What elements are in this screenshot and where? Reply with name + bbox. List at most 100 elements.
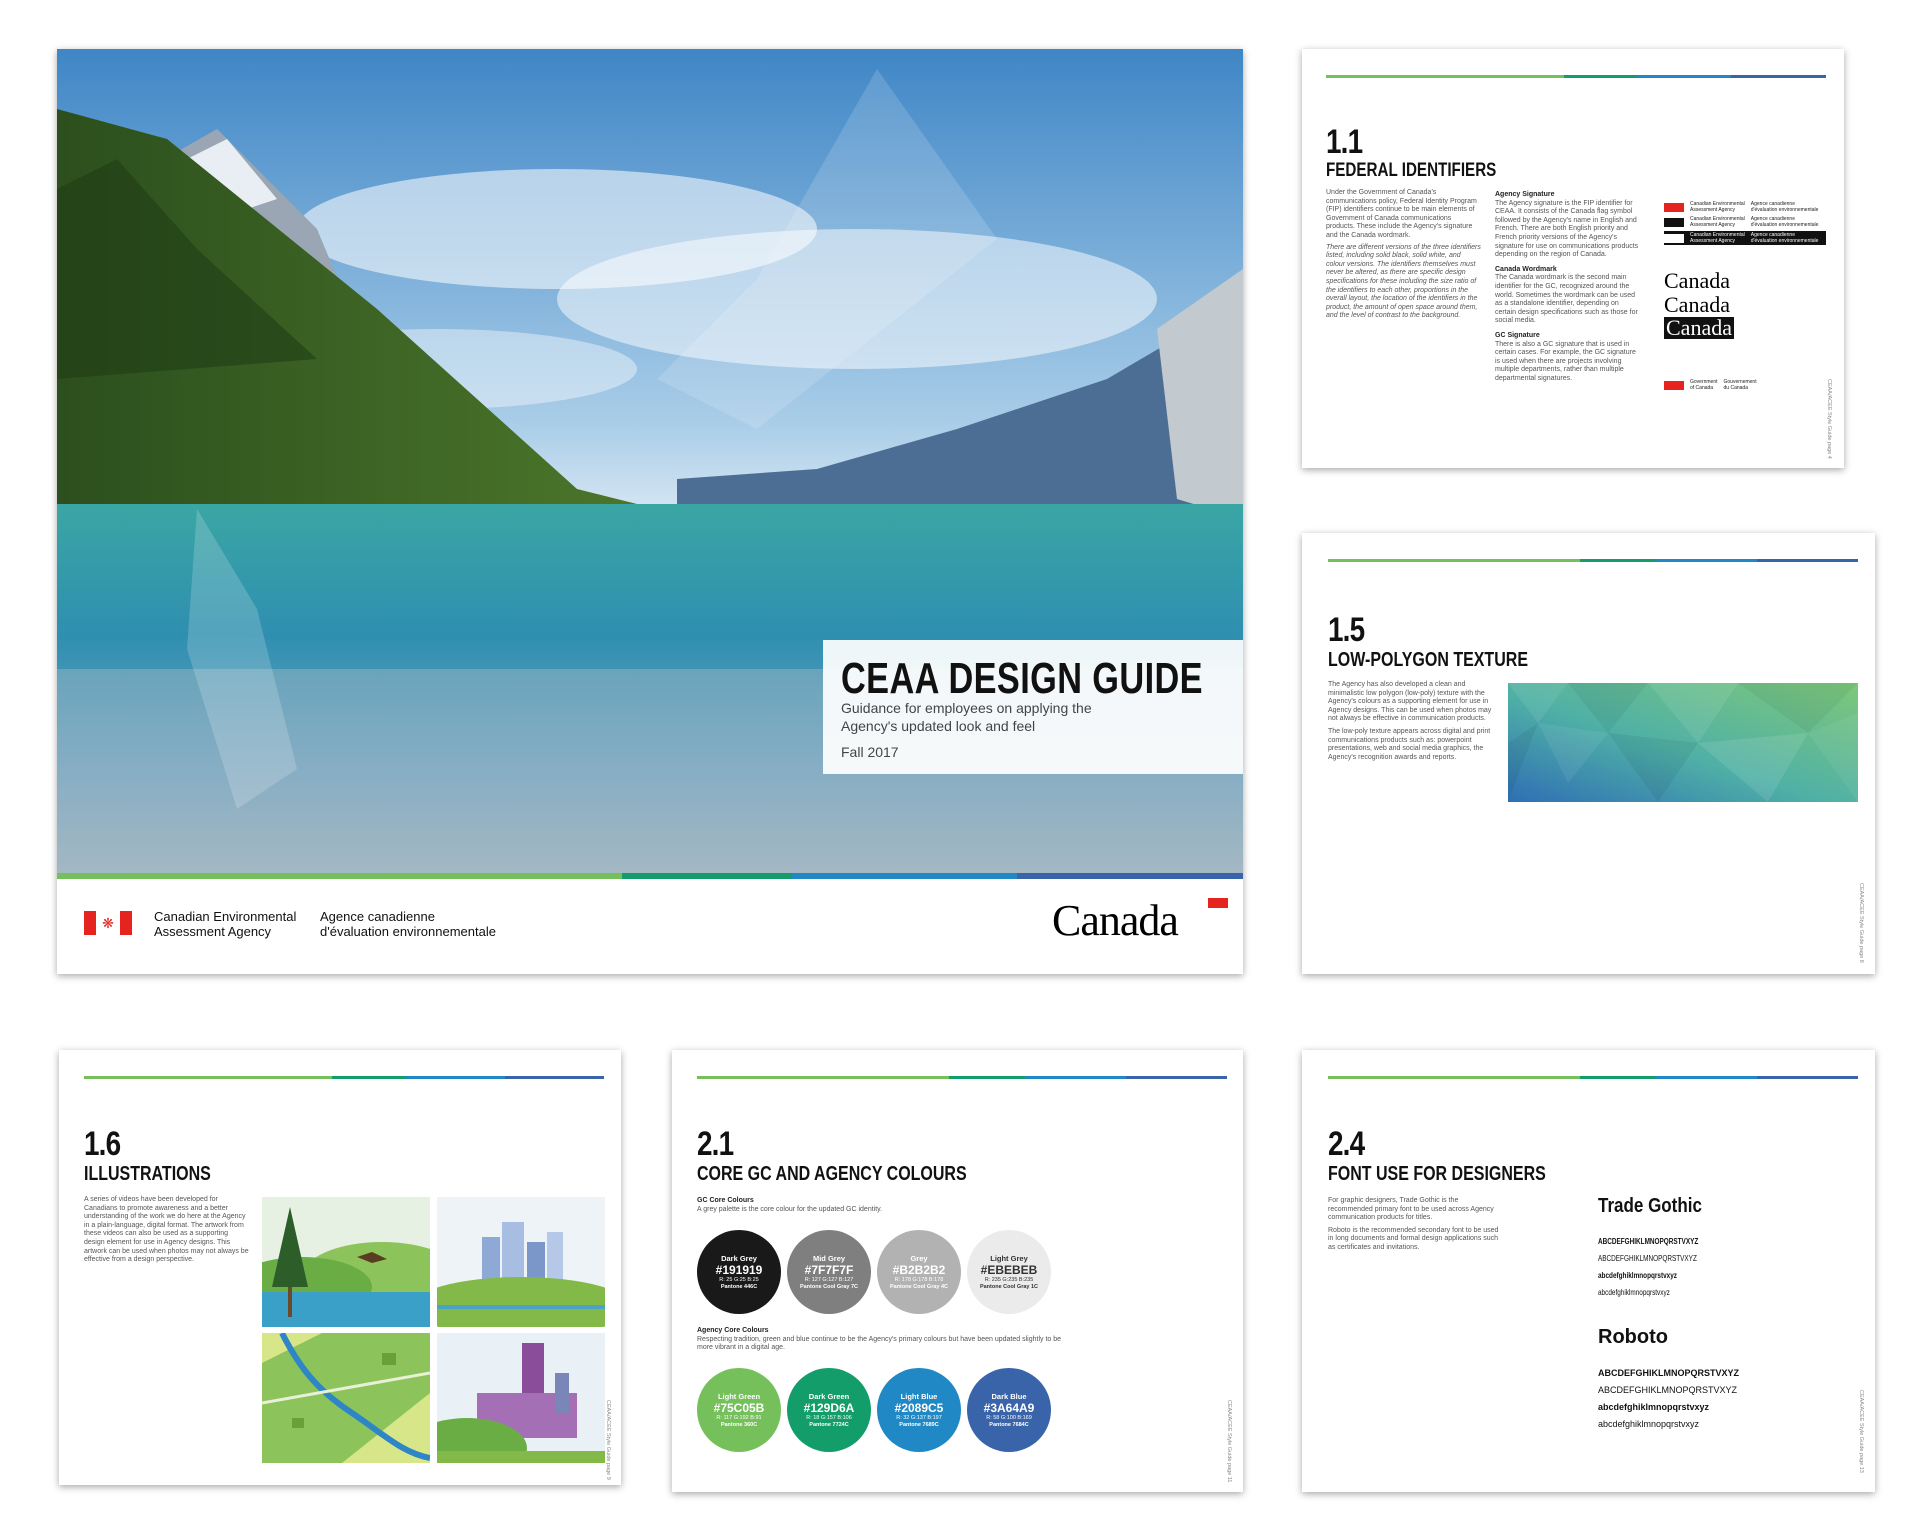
swatch-name: Dark Blue [991, 1391, 1027, 1401]
page-colour-bar [697, 1076, 1227, 1079]
swatch-name: Grey [910, 1253, 928, 1263]
page-footer: CEAA/ACEE Style Guide page 13 [1858, 1390, 1864, 1473]
illustration-map [262, 1333, 430, 1463]
intro-text: Under the Government of Canada's communi… [1326, 189, 1481, 320]
swatch-hex: #B2B2B2 [892, 1262, 946, 1277]
cover-title: CEAA DESIGN GUIDE [841, 654, 1203, 703]
wordmark-sample-reverse: Canada [1664, 315, 1734, 340]
signature-sample-black: Canadian Environmental Assessment Agency … [1664, 216, 1818, 228]
section-number: 1.1 [1326, 123, 1363, 161]
section-title: ILLUSTRATIONS [84, 1163, 211, 1185]
colour-swatch: Dark Blue #3A64A9 R: 58 G:100 B:169 Pantone… [967, 1368, 1051, 1452]
cover-subtitle-2: Agency's updated look and feel [841, 718, 1036, 734]
low-poly-texture-image [1508, 683, 1858, 802]
font2-name: Roboto [1598, 1326, 1668, 1348]
colour-swatch: Dark Green #129D6A R: 18 G:157 B:106 Panton… [787, 1368, 871, 1452]
page-footer: CEAA/ACEE Style Guide page 11 [1226, 1400, 1232, 1483]
page-colour-bar [1328, 559, 1858, 562]
swatch-name: Dark Grey [721, 1253, 757, 1263]
page-illustrations: 1.6 ILLUSTRATIONS A series of videos hav… [59, 1050, 621, 1485]
section-title: CORE GC AND AGENCY COLOURS [697, 1163, 967, 1185]
colour-swatch: Light Green #75C05B R: 117 G:192 B:91 Panto… [697, 1368, 781, 1452]
swatch-pantone: Pantone 7724C [809, 1421, 849, 1428]
cover-flag-icon: ❋ [84, 911, 132, 940]
signature-sample-colour: Canadian Environmental Assessment Agency … [1664, 201, 1818, 213]
gc-colours-text: GC Core Colours A grey palette is the cor… [697, 1197, 883, 1213]
swatch-hex: #EBEBEB [980, 1262, 1038, 1277]
texture-text: The Agency has also developed a clean an… [1328, 681, 1492, 761]
colour-swatch: Mid Grey #7F7F7F R: 127 G:127 B:127 Pantone… [787, 1230, 871, 1314]
colour-swatch: Light Grey #EBEBEB R: 235 G:235 B:235 Panto… [967, 1230, 1051, 1314]
font1-name: Trade Gothic [1598, 1195, 1702, 1217]
swatch-rgb: R: 32 G:137 B:197 [896, 1414, 942, 1421]
swatch-rgb: R: 58 G:100 B:169 [986, 1414, 1032, 1421]
page-footer: CEAA/ACEE Style Guide page 9 [605, 1400, 611, 1480]
swatch-name: Light Blue [900, 1391, 938, 1401]
cover-page: CEAA DESIGN GUIDE Guidance for employees… [57, 49, 1243, 974]
swatch-rgb: R: 18 G:157 B:106 [806, 1414, 852, 1421]
illustration-city [437, 1197, 605, 1327]
page-core-colours: 2.1 CORE GC AND AGENCY COLOURS GC Core C… [672, 1050, 1243, 1492]
swatch-hex: #191919 [715, 1262, 763, 1277]
cover-agency-fr: Agence canadienne d'évaluation environnem… [320, 909, 496, 939]
page-font-use: 2.4 FONT USE FOR DESIGNERS For graphic d… [1302, 1050, 1875, 1492]
signature-column: Agency Signature The Agency signature is… [1495, 191, 1639, 382]
font1-samples: ABCDEFGHIKLMNOPQRSTVXYZ ABCDEFGHIKLMNOPQ… [1598, 1237, 1699, 1297]
section-title: LOW-POLYGON TEXTURE [1328, 649, 1528, 671]
page-colour-bar [1328, 1076, 1858, 1079]
wordmark-sample-colour: Canada [1664, 268, 1730, 293]
cover-agency-en: Canadian Environmental Assessment Agency [154, 909, 297, 939]
swatch-hex: #75C05B [713, 1400, 765, 1415]
swatch-pantone: Pantone 446C [720, 1283, 758, 1290]
section-number: 1.6 [84, 1125, 121, 1163]
gc-signature-sample: Government of Canada Gouvernement du Canad… [1664, 379, 1757, 391]
swatch-pantone: Pantone 7689C [899, 1421, 939, 1428]
section-title: FONT USE FOR DESIGNERS [1328, 1163, 1546, 1185]
cover-subtitle-1: Guidance for employees on applying the [841, 700, 1092, 716]
font-use-text: For graphic designers, Trade Gothic is t… [1328, 1197, 1499, 1251]
font2-samples: ABCDEFGHIKLMNOPQRSTVXYZ ABCDEFGHIKLMNOPQ… [1598, 1368, 1740, 1429]
wordmark-sample-black: Canada [1664, 292, 1730, 317]
swatch-rgb: R: 25 G:25 B:25 [719, 1276, 759, 1283]
swatch-name: Light Green [717, 1391, 761, 1401]
swatch-hex: #7F7F7F [804, 1262, 854, 1277]
swatch-pantone: Pantone Cool Gray 4C [889, 1283, 949, 1290]
swatch-rgb: R: 127 G:127 B:127 [804, 1276, 854, 1283]
cover-canada-wordmark: Canada [1052, 896, 1179, 945]
cover-title-box: CEAA DESIGN GUIDE Guidance for employees… [823, 640, 1243, 774]
section-number: 2.1 [697, 1125, 734, 1163]
swatch-name: Dark Green [808, 1391, 850, 1401]
illustrations-text: A series of videos have been developed f… [84, 1196, 249, 1264]
section-title: FEDERAL IDENTIFIERS [1326, 160, 1497, 181]
swatch-pantone: Pantone 7684C [989, 1421, 1029, 1428]
swatch-rgb: R: 178 G:178 B:178 [894, 1276, 944, 1283]
section-number: 1.5 [1328, 611, 1365, 649]
page-footer: CEAA/ACEE Style Guide page 8 [1858, 883, 1864, 963]
agency-colours-text: Agency Core Colours Respecting tradition,… [697, 1327, 1062, 1352]
swatch-hex: #129D6A [803, 1400, 855, 1415]
colour-swatch: Grey #B2B2B2 R: 178 G:178 B:178 Pantone Coo… [877, 1230, 961, 1314]
page-colour-bar [1326, 75, 1826, 78]
page-colour-bar [84, 1076, 604, 1079]
swatch-rgb: R: 235 G:235 B:235 [984, 1276, 1034, 1283]
illustration-industry [437, 1333, 605, 1463]
illustration-forest-eagle [262, 1197, 430, 1327]
page-footer: CEAA/ACEE Style Guide page 4 [1826, 379, 1832, 459]
swatch-pantone: Pantone Cool Gray 1C [979, 1283, 1039, 1290]
swatch-hex: #2089C5 [894, 1400, 944, 1415]
cover-date: Fall 2017 [841, 744, 899, 760]
swatch-pantone: Pantone Cool Gray 7C [799, 1283, 859, 1290]
swatch-hex: #3A64A9 [983, 1400, 1035, 1415]
swatch-pantone: Pantone 360C [720, 1421, 758, 1428]
page-low-poly-texture: 1.5 LOW-POLYGON TEXTURE The Agency has a… [1302, 533, 1875, 974]
wordmark-flag-icon [1208, 898, 1228, 908]
swatch-rgb: R: 117 G:192 B:91 [716, 1414, 762, 1421]
swatch-name: Mid Grey [812, 1253, 846, 1263]
colour-swatch: Dark Grey #191919 R: 25 G:25 B:25 Pantone 4… [697, 1230, 781, 1314]
page-federal-identifiers: 1.1 FEDERAL IDENTIFIERS Under the Govern… [1302, 49, 1844, 468]
section-number: 2.4 [1328, 1125, 1365, 1163]
cover-colour-bar [57, 873, 1243, 879]
colour-swatch: Light Blue #2089C5 R: 32 G:137 B:197 Panton… [877, 1368, 961, 1452]
signature-sample-reverse: Canadian Environmental Assessment Agency … [1664, 231, 1826, 245]
swatch-name: Light Grey [990, 1253, 1028, 1263]
